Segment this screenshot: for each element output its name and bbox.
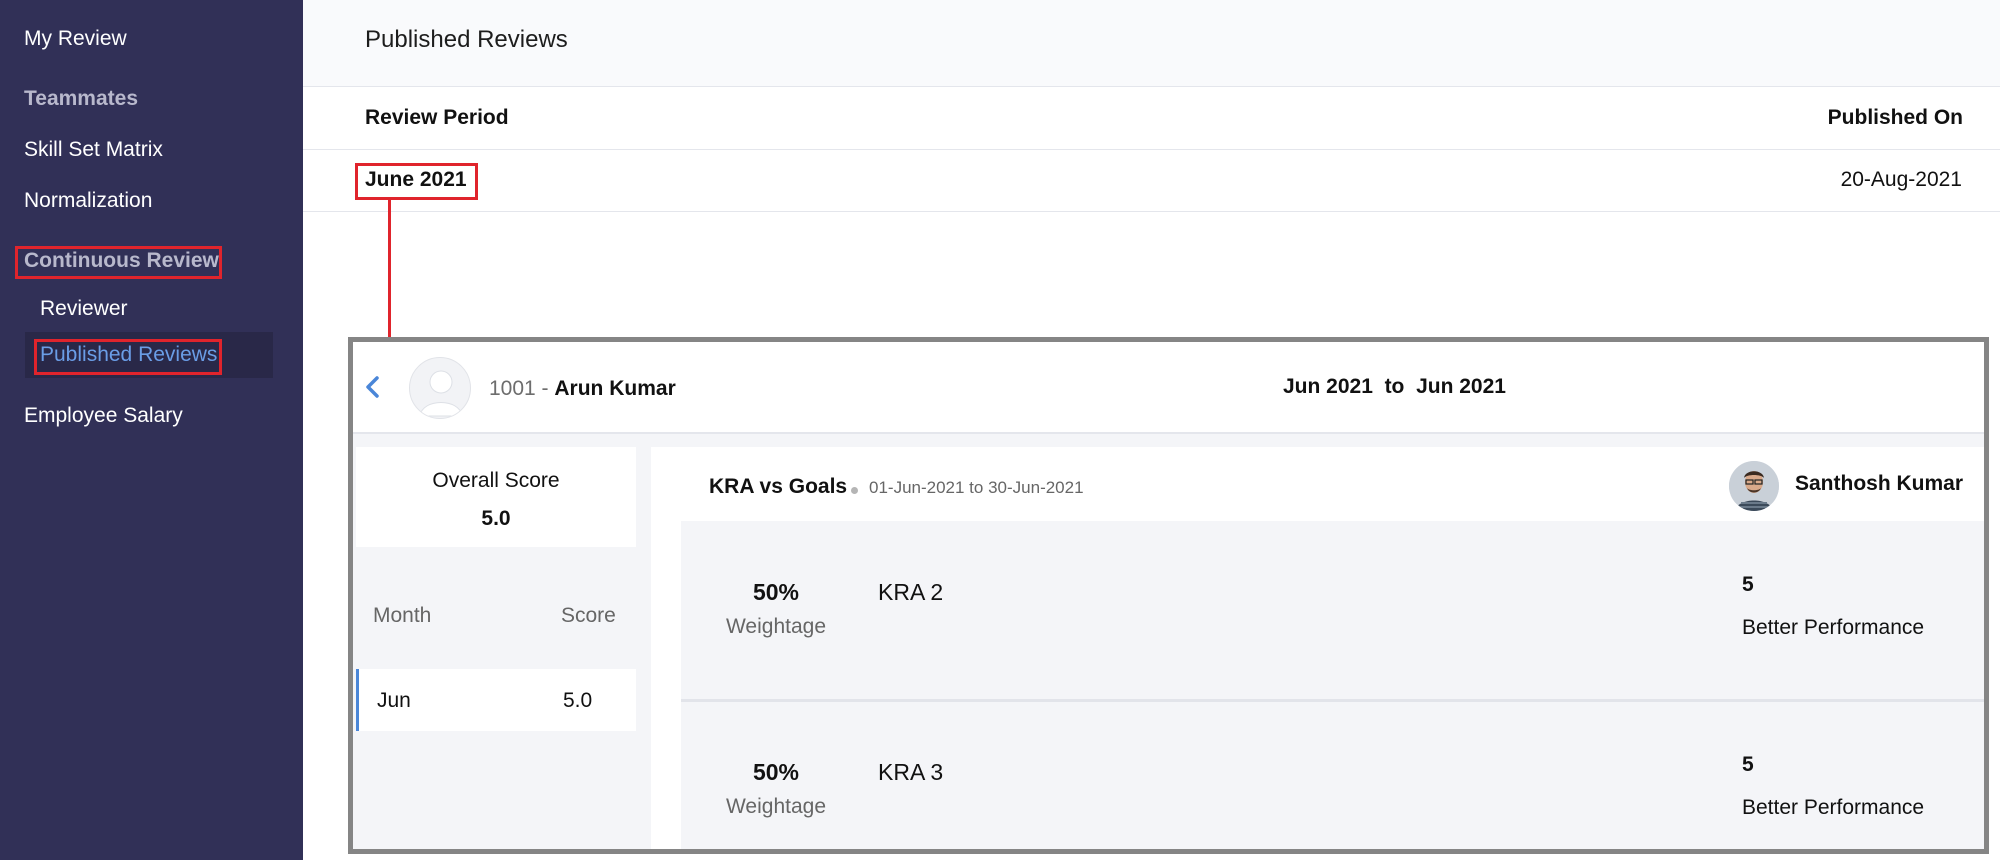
period-to: Jun 2021 <box>1416 375 1506 398</box>
employee-name: Arun Kumar <box>554 377 676 400</box>
month-name: Jun <box>377 689 411 712</box>
period-from: Jun 2021 <box>1283 375 1373 398</box>
sidebar: My Review Teammates Skill Set Matrix Nor… <box>0 0 303 860</box>
month-score: 5.0 <box>563 689 593 712</box>
published-on-date: 20-Aug-2021 <box>1840 168 1962 191</box>
sidebar-item-reviewer[interactable]: Reviewer <box>40 297 128 321</box>
employee-id: 1001 - <box>489 377 555 400</box>
kra-goals-dates: 01-Jun-2021 to 30-Jun-2021 <box>869 478 1084 497</box>
column-review-period: Review Period <box>365 106 509 129</box>
review-period-range: Jun 2021 to Jun 2021 <box>1283 375 1506 399</box>
kra-row: 50% Weightage KRA 2 5 Better Performance <box>681 521 1984 699</box>
kra-score: 5 <box>1742 753 1754 776</box>
kra-weight-label: Weightage <box>725 795 827 818</box>
month-column-header: Month <box>373 604 432 627</box>
page-title: Published Reviews <box>365 26 568 53</box>
sidebar-item-my-review[interactable]: My Review <box>24 27 127 51</box>
period-separator: to <box>1384 375 1405 398</box>
chevron-left-icon[interactable] <box>363 372 387 402</box>
review-detail-header: 1001 - Arun Kumar Jun 2021 to Jun 2021 <box>353 342 1984 434</box>
user-avatar-icon <box>409 357 471 419</box>
table-header: Review Period Published On <box>303 87 2000 150</box>
score-column-header: Score <box>561 604 616 627</box>
highlight-continuous-review <box>15 246 222 279</box>
kra-goals-title: KRA vs Goals <box>709 475 848 498</box>
kra-rating: Better Performance <box>1742 796 1925 819</box>
callout-connector-line <box>388 197 391 339</box>
kra-goals-section: KRA vs Goals 01-Jun-2021 to 30-Jun-2021 … <box>651 447 1984 849</box>
kra-goals-header: KRA vs Goals 01-Jun-2021 to 30-Jun-2021 … <box>651 447 1984 521</box>
kra-score: 5 <box>1742 573 1754 596</box>
table-row[interactable]: June 2021 20-Aug-2021 <box>303 150 2000 212</box>
review-detail-panel: 1001 - Arun Kumar Jun 2021 to Jun 2021 O… <box>348 337 1989 854</box>
sidebar-item-teammates[interactable]: Teammates <box>24 87 138 111</box>
reviewer-name: Santhosh Kumar <box>1795 472 1964 495</box>
kra-name: KRA 3 <box>878 759 944 785</box>
separator-dot <box>851 487 858 494</box>
kra-weight: 50% <box>752 759 800 785</box>
sidebar-item-normalization[interactable]: Normalization <box>24 189 152 213</box>
kra-weight: 50% <box>752 579 800 605</box>
overall-score-value: 5.0 <box>481 507 511 530</box>
overall-score-label: Overall Score <box>432 469 560 492</box>
kra-weight-label: Weightage <box>725 615 827 638</box>
kra-name: KRA 2 <box>878 579 944 605</box>
page-header: Published Reviews <box>303 0 2000 87</box>
reviewer-photo-icon <box>1729 461 1779 511</box>
sidebar-item-skill-set-matrix[interactable]: Skill Set Matrix <box>24 138 163 162</box>
kra-rating: Better Performance <box>1742 616 1925 639</box>
month-score-row[interactable]: Jun 5.0 <box>356 669 636 731</box>
employee-label: 1001 - Arun Kumar <box>489 377 676 401</box>
highlight-review-period <box>355 163 478 200</box>
sidebar-item-employee-salary[interactable]: Employee Salary <box>24 404 183 428</box>
highlight-published-reviews <box>34 339 222 375</box>
overall-score-card: Overall Score 5.0 <box>356 447 636 547</box>
kra-row: 50% Weightage KRA 3 5 Better Performance <box>681 702 1984 849</box>
column-published-on: Published On <box>1827 106 1963 129</box>
